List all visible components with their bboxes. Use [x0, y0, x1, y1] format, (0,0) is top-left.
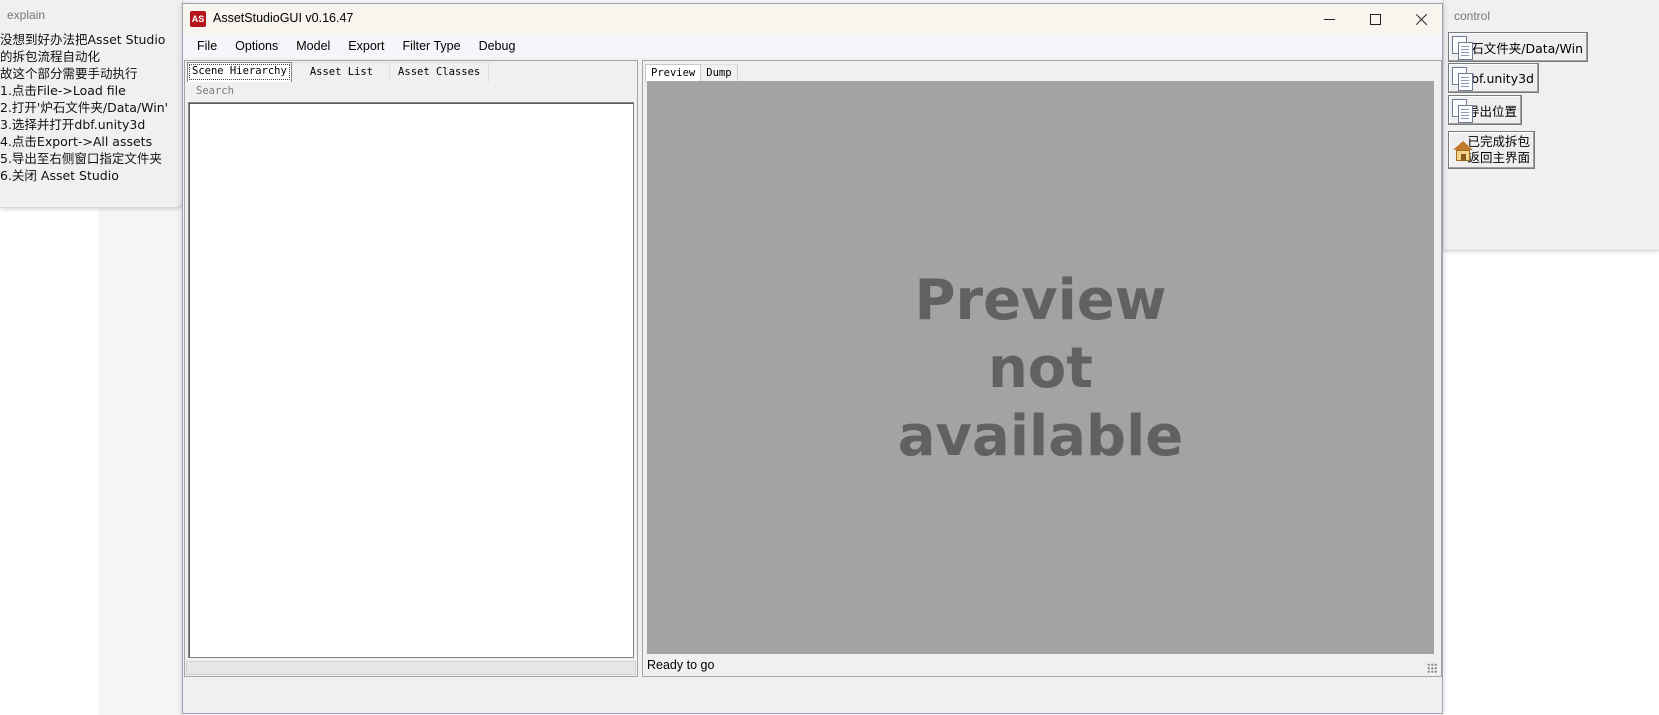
documents-icon — [1451, 34, 1473, 60]
instruction-line: 5.导出至右侧窗口指定文件夹 — [0, 151, 162, 166]
right-tab-strip: Preview Dump — [645, 62, 738, 82]
minimize-icon — [1323, 18, 1335, 20]
instruction-line: 的拆包流程自动化 — [0, 49, 101, 64]
preview-text-line: not — [987, 336, 1094, 401]
menu-filter-type[interactable]: Filter Type — [393, 34, 469, 58]
app-logo-icon: AS — [190, 11, 206, 27]
status-text: Ready to go — [647, 658, 715, 672]
dbf-file-button[interactable]: dbf.unity3d — [1448, 63, 1539, 93]
menu-file[interactable]: File — [188, 34, 226, 58]
explain-window: explain 没想到好办法把Asset Studio 的拆包流程自动化故这个部分… — [0, 0, 183, 208]
menu-model[interactable]: Model — [287, 34, 339, 58]
title-bar[interactable]: AS AssetStudioGUI v0.16.47 — [183, 4, 1442, 34]
left-tab-strip: Scene Hierarchy Asset List Asset Classes — [187, 62, 490, 82]
documents-icon — [1451, 65, 1473, 91]
game-folder-button[interactable]: 炉石文件夹/Data/Win — [1448, 32, 1588, 62]
left-progress-bar — [186, 661, 636, 675]
instruction-line: 2.打开'炉石文件夹/Data/Win' — [0, 100, 169, 115]
instruction-line: 6.关闭 Asset Studio — [0, 168, 119, 183]
preview-placeholder-text: Preview not available — [647, 267, 1434, 471]
desktop-background-strip — [98, 200, 182, 715]
tab-asset-list[interactable]: Asset List — [291, 62, 391, 82]
menu-debug[interactable]: Debug — [470, 34, 525, 58]
dbf-file-button-label: dbf.unity3d — [1463, 70, 1534, 86]
preview-area: Preview not available — [647, 81, 1434, 654]
window-title: AssetStudioGUI v0.16.47 — [213, 11, 354, 25]
menu-export[interactable]: Export — [339, 34, 393, 58]
return-main-button[interactable]: 已完成拆包 返回主界面 — [1448, 131, 1535, 169]
right-panel: Preview Dump Preview not available Ready… — [642, 60, 1442, 677]
instruction-line: 3.选择并打开dbf.unity3d — [0, 117, 146, 132]
instruction-line: 4.点击Export->All assets — [0, 134, 153, 149]
tab-asset-classes[interactable]: Asset Classes — [390, 62, 490, 82]
scene-hierarchy-tree[interactable] — [188, 102, 634, 658]
close-icon — [1415, 13, 1428, 26]
preview-text-line: Preview — [914, 268, 1167, 333]
maximize-icon — [1369, 13, 1381, 25]
tab-dump[interactable]: Dump — [701, 64, 738, 82]
house-icon — [1451, 137, 1473, 163]
documents-icon — [1451, 97, 1473, 123]
export-location-button[interactable]: 导出位置 — [1448, 95, 1522, 125]
explain-instructions: 没想到好办法把Asset Studio 的拆包流程自动化故这个部分需要手动执行 1.… — [0, 31, 168, 184]
search-input[interactable]: Search — [188, 82, 634, 101]
tab-preview[interactable]: Preview — [645, 64, 702, 82]
left-panel: Scene Hierarchy Asset List Asset Classes… — [184, 60, 638, 677]
assetstudio-window: AS AssetStudioGUI v0.16.47 File Options … — [182, 3, 1443, 714]
minimize-button[interactable] — [1306, 4, 1352, 34]
instruction-line: 1.点击File->Load file — [0, 83, 126, 98]
control-window-title: control — [1454, 9, 1491, 23]
instruction-line: 没想到好办法把Asset Studio — [0, 32, 166, 47]
resize-grip-icon[interactable] — [1427, 663, 1437, 673]
export-location-button-label: 导出位置 — [1466, 103, 1517, 119]
return-main-button-label: 已完成拆包 返回主界面 — [1467, 134, 1530, 165]
maximize-button[interactable] — [1352, 4, 1398, 34]
tab-scene-hierarchy[interactable]: Scene Hierarchy — [187, 62, 292, 82]
menu-bar: File Options Model Export Filter Type De… — [183, 34, 1442, 58]
close-button[interactable] — [1398, 4, 1444, 34]
preview-text-line: available — [897, 404, 1184, 469]
game-folder-button-label: 炉石文件夹/Data/Win — [1458, 40, 1583, 56]
explain-window-title: explain — [7, 8, 46, 22]
menu-options[interactable]: Options — [226, 34, 287, 58]
instruction-line: 故这个部分需要手动执行 — [0, 66, 138, 81]
control-window: control 炉石文件夹/Data/Win dbf.unity3d 导出位置 … — [1443, 0, 1659, 251]
